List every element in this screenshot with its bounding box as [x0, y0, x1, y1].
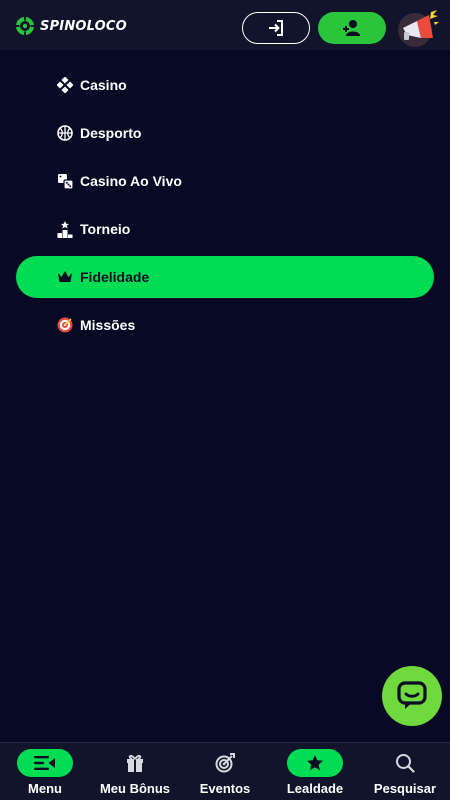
bottom-navigation: Menu Meu Bônus Eventos Lealdade Pesquisa…: [0, 742, 450, 800]
nav-item-eventos[interactable]: Eventos: [180, 749, 270, 799]
menu-item-casino[interactable]: Casino: [16, 64, 434, 106]
promo-megaphone[interactable]: [395, 8, 439, 48]
nav-label: Pesquisar: [373, 781, 437, 796]
nav-label: Eventos: [199, 781, 251, 796]
login-arrow-icon: [269, 20, 283, 36]
crown-icon: [56, 268, 74, 286]
nav-pill: [287, 749, 343, 777]
nav-label: Lealdade: [286, 781, 344, 796]
user-plus-icon: [343, 20, 360, 36]
menu-item-torneio[interactable]: Torneio: [16, 208, 434, 250]
star-icon: [307, 755, 323, 771]
nav-pill: [197, 749, 253, 777]
menu-item-label: Casino Ao Vivo: [80, 173, 182, 189]
search-icon: [396, 754, 415, 773]
nav-item-lealdade[interactable]: Lealdade: [270, 749, 360, 799]
nav-label: Meu Bônus: [99, 781, 171, 796]
menu-item-desporto[interactable]: Desporto: [16, 112, 434, 154]
nav-pill: [377, 749, 433, 777]
menu-item-label: Missões: [80, 317, 136, 333]
login-button[interactable]: [242, 12, 310, 44]
register-button[interactable]: [318, 12, 386, 44]
spinoloco-logo-icon: [15, 16, 35, 36]
dice-icon: [56, 172, 74, 190]
diamond-suit-icon: [56, 76, 74, 94]
menu-item-label: Casino: [80, 77, 127, 93]
live-chat-button[interactable]: [382, 666, 442, 726]
nav-item-pesquisar[interactable]: Pesquisar: [360, 749, 450, 799]
target-arrow-icon: [215, 753, 235, 773]
podium-icon: [56, 220, 74, 238]
basketball-icon: [56, 124, 74, 142]
nav-item-menu[interactable]: Menu: [0, 749, 90, 799]
nav-pill: [17, 749, 73, 777]
menu-item-label: Desporto: [80, 125, 142, 141]
menu-item-casino-ao-vivo[interactable]: Casino Ao Vivo: [16, 160, 434, 202]
menu-item-fidelidade[interactable]: Fidelidade: [16, 256, 434, 298]
nav-label: Menu: [28, 781, 62, 796]
logo-text: SPINOLOCO: [40, 18, 127, 34]
nav-pill: [107, 749, 163, 777]
chat-bubble-icon: [397, 681, 427, 709]
logo[interactable]: SPINOLOCO: [15, 16, 127, 36]
gift-icon: [127, 754, 143, 772]
megaphone-icon: [398, 10, 439, 47]
menu-icon: [34, 756, 55, 770]
menu-item-label: Torneio: [80, 221, 131, 237]
menu-item-missoes[interactable]: Missões: [16, 304, 434, 346]
nav-item-meu-bonus[interactable]: Meu Bônus: [90, 749, 180, 799]
top-header: SPINOLOCO: [0, 0, 450, 50]
menu-item-label: Fidelidade: [80, 269, 150, 285]
target-icon: [56, 316, 74, 334]
